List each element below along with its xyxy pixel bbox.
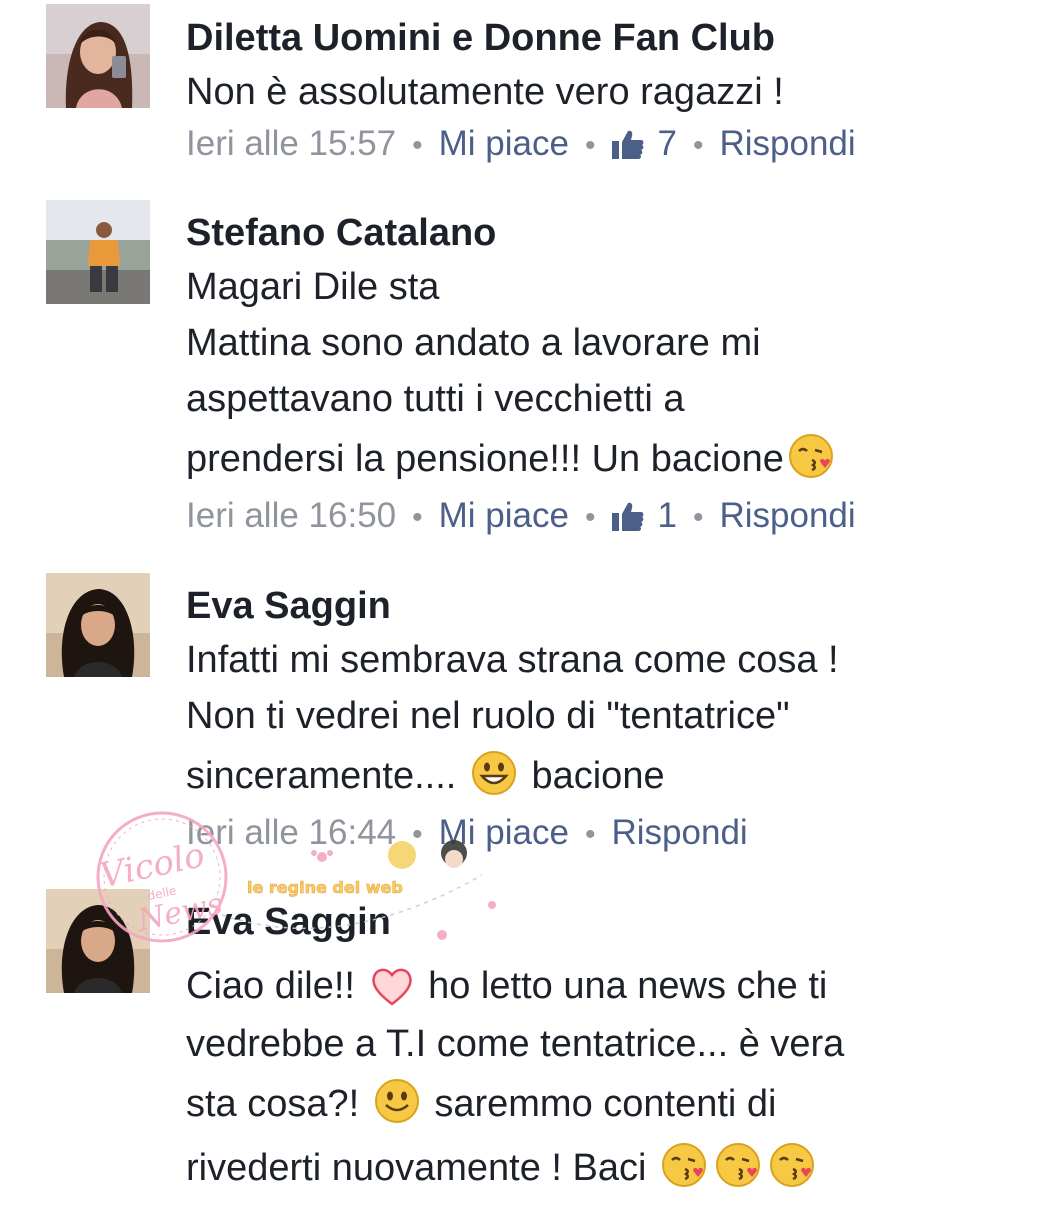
comment-line-with-emoji: Ciao dile!! ho letto una news che ti xyxy=(186,956,844,1016)
kiss-emoji-icon xyxy=(788,433,834,499)
kiss-emoji-icon xyxy=(661,1142,707,1208)
comment-line: rivederti nuovamente ! Baci xyxy=(186,1147,647,1189)
comment-line: Non ti vedrei nel ruolo di "tentatrice" xyxy=(186,695,790,737)
comment-line: Non è assolutamente vero ragazzi ! xyxy=(186,71,784,113)
separator-dot: • xyxy=(584,818,596,851)
avatar[interactable] xyxy=(46,200,150,304)
separator-dot: • xyxy=(412,129,423,162)
reply-button[interactable]: Rispondi xyxy=(719,496,855,535)
like-thumb-icon[interactable] xyxy=(611,498,644,542)
svg-text:le regine del web: le regine del web xyxy=(247,878,403,897)
comment-author[interactable]: Stefano Catalano xyxy=(186,211,496,255)
like-count[interactable]: 1 xyxy=(658,496,677,535)
kiss-emoji-icon xyxy=(769,1142,815,1208)
comment-text: Magari Dile sta Mattina sono andato a la… xyxy=(186,259,838,491)
comment-line-with-emoji: sta cosa?! saremmo contenti di xyxy=(186,1072,844,1136)
comment-author[interactable]: Diletta Uomini e Donne Fan Club xyxy=(186,16,775,60)
separator-dot: • xyxy=(412,501,423,534)
avatar[interactable] xyxy=(46,573,150,677)
comment-line: vedrebbe a T.I come tentatrice... è vera xyxy=(186,1023,845,1065)
comment-line-with-emoji: rivederti nuovamente ! Baci xyxy=(186,1136,844,1200)
like-button[interactable]: Mi piace xyxy=(439,124,569,163)
comment-text: Infatti mi sembrava strana come cosa ! N… xyxy=(186,632,839,808)
comment-line: prendersi la pensione!!! Un bacione xyxy=(186,438,784,480)
comment-line: Infatti mi sembrava strana come cosa ! xyxy=(186,639,839,681)
timestamp[interactable]: Ieri alle 16:44 xyxy=(186,813,396,852)
comment-text: Ciao dile!! ho letto una news che ti ved… xyxy=(186,956,844,1200)
like-count[interactable]: 7 xyxy=(658,124,677,163)
grin-emoji-icon xyxy=(471,750,517,816)
heart-icon xyxy=(370,964,414,1024)
comment-meta: Ieri alle 16:50 • Mi piace • 1 • Rispondi xyxy=(186,494,856,542)
reply-button[interactable]: Rispondi xyxy=(612,813,748,852)
comment-line-with-emoji: prendersi la pensione!!! Un bacione xyxy=(186,427,838,491)
kiss-emoji-icon xyxy=(715,1142,761,1208)
like-button[interactable]: Mi piace xyxy=(439,496,569,535)
avatar[interactable] xyxy=(46,4,150,108)
svg-text:delle: delle xyxy=(146,884,177,904)
separator-dot: • xyxy=(584,501,596,534)
timestamp[interactable]: Ieri alle 15:57 xyxy=(186,124,396,163)
comment-author[interactable]: Eva Saggin xyxy=(186,584,391,628)
separator-dot: • xyxy=(692,129,704,162)
timestamp[interactable]: Ieri alle 16:50 xyxy=(186,496,396,535)
comment-line: Ciao dile!! xyxy=(186,965,355,1007)
like-button[interactable]: Mi piace xyxy=(439,813,569,852)
comment-line-with-emoji: sinceramente.... bacione xyxy=(186,744,839,808)
smile-emoji-icon xyxy=(374,1078,420,1144)
comment-line: saremmo contenti di xyxy=(434,1083,777,1125)
comment-line: sta cosa?! xyxy=(186,1083,360,1125)
comment-line: aspettavano tutti i vecchietti a xyxy=(186,378,685,420)
comment-author[interactable]: Eva Saggin xyxy=(186,900,391,944)
comment-line: Magari Dile sta xyxy=(186,266,440,308)
comment-line: Mattina sono andato a lavorare mi xyxy=(186,322,761,364)
comment-meta: Ieri alle 15:57 • Mi piace • 7 • Rispondi xyxy=(186,122,856,170)
comment-meta: Ieri alle 16:44 • Mi piace • Rispondi xyxy=(186,811,748,857)
like-thumb-icon[interactable] xyxy=(611,126,644,170)
separator-dot: • xyxy=(692,501,704,534)
separator-dot: • xyxy=(584,129,596,162)
comment-line: sinceramente.... xyxy=(186,755,457,797)
reply-button[interactable]: Rispondi xyxy=(719,124,855,163)
comment-line: ho letto una news che ti xyxy=(428,965,828,1007)
comment-line: bacione xyxy=(531,755,665,797)
comment-text: Non è assolutamente vero ragazzi ! xyxy=(186,64,784,120)
avatar[interactable] xyxy=(46,889,150,993)
separator-dot: • xyxy=(412,818,423,851)
